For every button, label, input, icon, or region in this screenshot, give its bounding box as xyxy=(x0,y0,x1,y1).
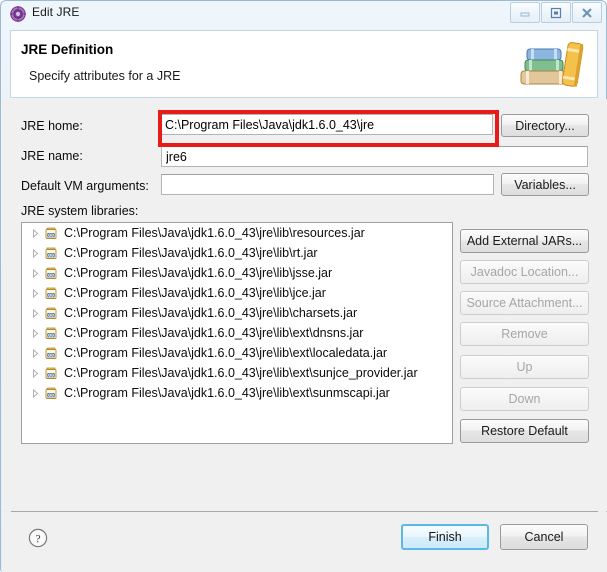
list-item[interactable]: 010 C:\Program Files\Java\jdk1.6.0_43\jr… xyxy=(22,223,452,243)
remove-button[interactable]: Remove xyxy=(460,322,589,346)
source-attachment-button[interactable]: Source Attachment... xyxy=(460,291,589,315)
jre-name-input[interactable] xyxy=(161,146,588,167)
jre-name-label: JRE name: xyxy=(21,149,83,163)
javadoc-location-button[interactable]: Javadoc Location... xyxy=(460,260,589,284)
list-item[interactable]: 010 C:\Program Files\Java\jdk1.6.0_43\jr… xyxy=(22,323,452,343)
jar-icon: 010 xyxy=(43,325,59,341)
list-item[interactable]: 010 C:\Program Files\Java\jdk1.6.0_43\jr… xyxy=(22,303,452,323)
page-title: JRE Definition xyxy=(21,42,114,57)
edit-jre-dialog: Edit JRE JRE Definition Specify attribut… xyxy=(0,0,607,572)
jar-icon: 010 xyxy=(43,385,59,401)
down-button[interactable]: Down xyxy=(460,387,589,411)
svg-text:010: 010 xyxy=(47,393,55,398)
restore-default-button[interactable]: Restore Default xyxy=(460,419,589,443)
list-item-label: C:\Program Files\Java\jdk1.6.0_43\jre\li… xyxy=(64,386,390,400)
chevron-right-icon[interactable] xyxy=(30,288,41,298)
jar-icon: 010 xyxy=(43,245,59,261)
vm-arguments-input[interactable] xyxy=(161,174,494,195)
window-controls xyxy=(509,2,602,24)
cancel-button[interactable]: Cancel xyxy=(500,524,588,550)
jre-home-label: JRE home: xyxy=(21,119,83,133)
chevron-right-icon[interactable] xyxy=(30,328,41,338)
chevron-right-icon[interactable] xyxy=(30,228,41,238)
window-title: Edit JRE xyxy=(32,5,80,19)
close-icon[interactable] xyxy=(572,2,602,23)
chevron-right-icon[interactable] xyxy=(30,388,41,398)
books-stack-icon xyxy=(513,35,591,95)
help-icon[interactable]: ? xyxy=(28,528,48,548)
finish-button[interactable]: Finish xyxy=(401,524,489,550)
svg-text:?: ? xyxy=(35,533,40,545)
chevron-right-icon[interactable] xyxy=(30,348,41,358)
svg-text:010: 010 xyxy=(47,293,55,298)
minimize-icon[interactable] xyxy=(510,2,540,23)
svg-text:010: 010 xyxy=(47,333,55,338)
chevron-right-icon[interactable] xyxy=(30,268,41,278)
jar-icon: 010 xyxy=(43,345,59,361)
jar-icon: 010 xyxy=(43,265,59,281)
svg-text:010: 010 xyxy=(47,353,55,358)
list-item-label: C:\Program Files\Java\jdk1.6.0_43\jre\li… xyxy=(64,306,358,320)
list-item-label: C:\Program Files\Java\jdk1.6.0_43\jre\li… xyxy=(64,226,365,240)
list-item-label: C:\Program Files\Java\jdk1.6.0_43\jre\li… xyxy=(64,266,333,280)
chevron-right-icon[interactable] xyxy=(30,248,41,258)
list-item[interactable]: 010 C:\Program Files\Java\jdk1.6.0_43\jr… xyxy=(22,283,452,303)
jar-icon: 010 xyxy=(43,305,59,321)
jar-icon: 010 xyxy=(43,285,59,301)
svg-text:010: 010 xyxy=(47,313,55,318)
svg-text:010: 010 xyxy=(47,273,55,278)
list-item[interactable]: 010 C:\Program Files\Java\jdk1.6.0_43\jr… xyxy=(22,343,452,363)
dialog-header: JRE Definition Specify attributes for a … xyxy=(10,30,598,98)
jar-icon: 010 xyxy=(43,365,59,381)
jre-home-input[interactable] xyxy=(161,114,493,135)
list-item[interactable]: 010 C:\Program Files\Java\jdk1.6.0_43\jr… xyxy=(22,383,452,403)
chevron-right-icon[interactable] xyxy=(30,368,41,378)
list-item-label: C:\Program Files\Java\jdk1.6.0_43\jre\li… xyxy=(64,346,388,360)
list-item-label: C:\Program Files\Java\jdk1.6.0_43\jre\li… xyxy=(64,286,326,300)
svg-text:010: 010 xyxy=(47,233,55,238)
list-item-label: C:\Program Files\Java\jdk1.6.0_43\jre\li… xyxy=(64,246,318,260)
svg-text:010: 010 xyxy=(47,373,55,378)
jre-gear-icon xyxy=(10,6,26,22)
add-external-jars-button[interactable]: Add External JARs... xyxy=(460,229,589,253)
title-bar: Edit JRE xyxy=(1,1,606,28)
list-item-label: C:\Program Files\Java\jdk1.6.0_43\jre\li… xyxy=(64,326,364,340)
list-item[interactable]: 010 C:\Program Files\Java\jdk1.6.0_43\jr… xyxy=(22,263,452,283)
up-button[interactable]: Up xyxy=(460,355,589,379)
svg-text:010: 010 xyxy=(47,253,55,258)
system-libraries-list[interactable]: 010 C:\Program Files\Java\jdk1.6.0_43\jr… xyxy=(21,222,453,444)
system-libraries-label: JRE system libraries: xyxy=(21,204,139,218)
maximize-icon[interactable] xyxy=(541,2,571,23)
vm-arguments-label: Default VM arguments: xyxy=(21,179,149,193)
list-item[interactable]: 010 C:\Program Files\Java\jdk1.6.0_43\jr… xyxy=(22,243,452,263)
chevron-right-icon[interactable] xyxy=(30,308,41,318)
directory-button[interactable]: Directory... xyxy=(501,114,589,137)
list-item[interactable]: 010 C:\Program Files\Java\jdk1.6.0_43\jr… xyxy=(22,363,452,383)
list-item-label: C:\Program Files\Java\jdk1.6.0_43\jre\li… xyxy=(64,366,418,380)
page-subtitle: Specify attributes for a JRE xyxy=(29,69,181,83)
variables-button[interactable]: Variables... xyxy=(501,173,589,196)
jar-icon: 010 xyxy=(43,225,59,241)
